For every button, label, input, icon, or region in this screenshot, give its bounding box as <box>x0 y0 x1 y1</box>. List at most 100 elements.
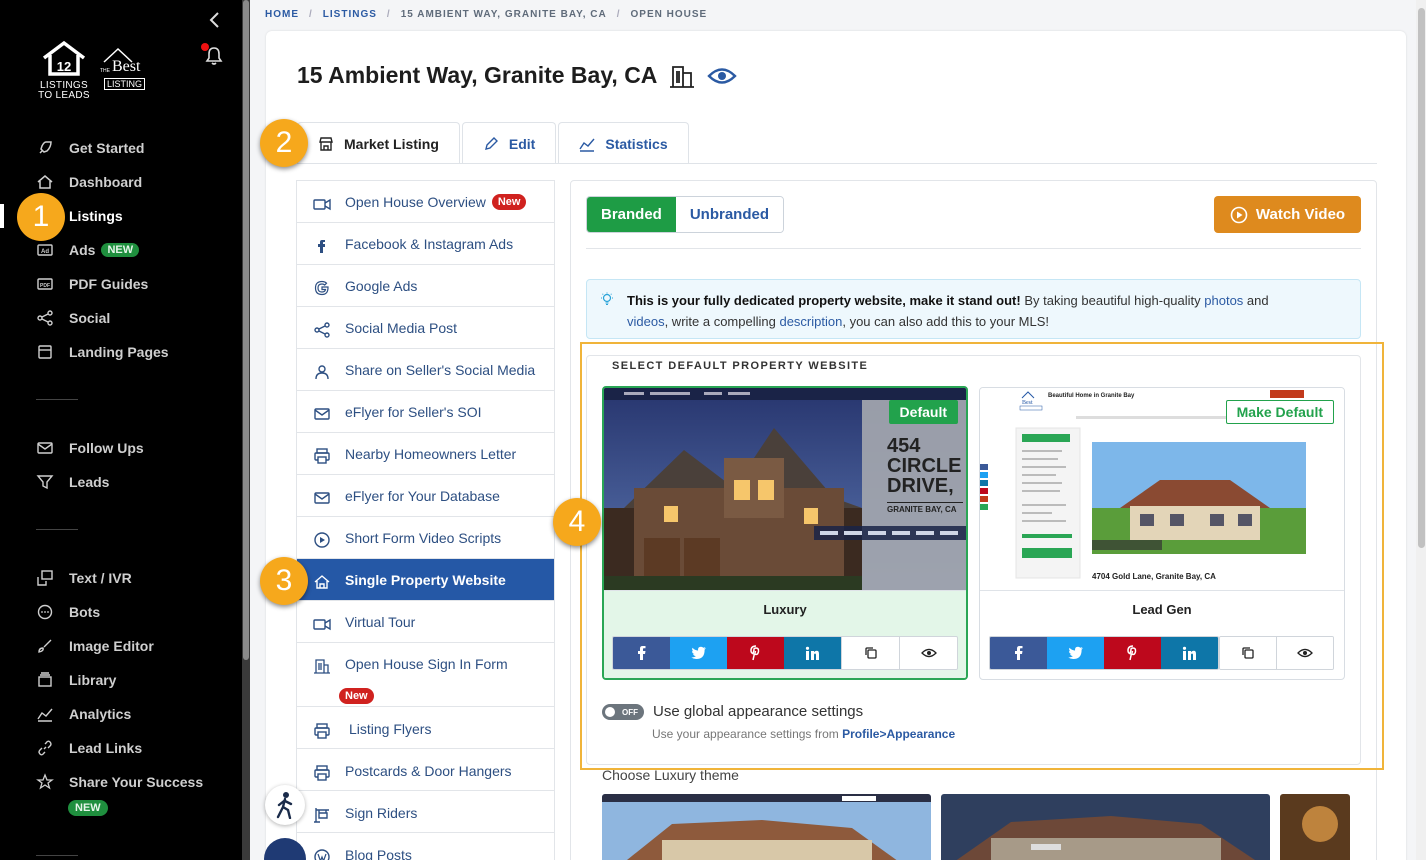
menu-item-eflyer-database[interactable]: eFlyer for Your Database <box>297 475 554 517</box>
menu-item-nearby-homeowners-letter[interactable]: Nearby Homeowners Letter <box>297 433 554 475</box>
star-icon <box>36 773 54 790</box>
listings-to-leads-logo[interactable]: 12 LISTINGS TO LEADS <box>34 40 94 104</box>
branding-toggle: Branded Unbranded <box>586 196 785 233</box>
menu-item-facebook-instagram-ads[interactable]: Facebook & Instagram Ads <box>297 223 554 265</box>
the-best-listing-logo[interactable]: THE Best LISTING <box>98 46 156 94</box>
sidebar-item-dashboard[interactable]: Dashboard <box>36 171 142 193</box>
linkedin-share-button[interactable] <box>784 637 841 669</box>
page-scrollbar-thumb[interactable] <box>1418 8 1425 548</box>
facebook-share-button[interactable] <box>613 637 670 669</box>
copy-link-button[interactable] <box>841 637 899 669</box>
brush-icon <box>38 639 52 653</box>
linkedin-icon <box>805 646 819 660</box>
theme-thumbnail-1[interactable] <box>602 794 931 860</box>
breadcrumb-separator: / <box>309 9 313 20</box>
tab-edit[interactable]: Edit <box>461 122 557 164</box>
nav-active-indicator <box>0 204 4 228</box>
sidebar-item-pdf-guides[interactable]: PDF PDF Guides <box>36 273 148 295</box>
fieldset-legend: SELECT DEFAULT PROPERTY WEBSITE <box>606 360 875 372</box>
make-default-button[interactable]: Make Default <box>1225 400 1334 424</box>
copy-link-button[interactable] <box>1220 637 1276 669</box>
menu-item-single-property-website[interactable]: Single Property Website <box>297 559 554 601</box>
lead-gen-preview[interactable]: Best Beautiful Home in Granite Bay 4704 … <box>980 388 1344 590</box>
sidebar <box>0 0 242 860</box>
menu-item-open-house-sign-in-form[interactable]: Open House Sign In Form New <box>297 643 554 707</box>
twitter-share-button[interactable] <box>670 637 727 669</box>
breadcrumb-home[interactable]: HOME <box>265 9 299 20</box>
new-badge: New <box>339 687 374 704</box>
menu-item-open-house-overview[interactable]: Open House Overview New <box>297 181 554 223</box>
sidebar-item-ads[interactable]: Ad Ads NEW <box>36 239 140 261</box>
sidebar-item-landing-pages[interactable]: Landing Pages <box>36 341 169 363</box>
linkedin-share-button[interactable] <box>1161 637 1218 669</box>
menu-item-listing-flyers[interactable]: Listing Flyers <box>297 707 554 749</box>
breadcrumb-separator: / <box>616 9 621 20</box>
sidebar-item-text-ivr[interactable]: Text / IVR <box>36 567 132 589</box>
breadcrumb-current: OPEN HOUSE <box>630 9 708 20</box>
menu-item-share-seller-social[interactable]: Share on Seller's Social Media <box>297 349 554 391</box>
luxury-preview[interactable]: 454 CIRCLE DRIVE, GRANITE BAY, CA Defaul… <box>604 388 966 590</box>
menu-item-virtual-tour[interactable]: Virtual Tour <box>297 601 554 643</box>
info-alert: This is your fully dedicated property we… <box>586 279 1361 339</box>
tab-market-listing[interactable]: Market Listing <box>297 122 460 164</box>
pinterest-share-button[interactable] <box>727 637 784 669</box>
facebook-share-button[interactable] <box>990 637 1047 669</box>
global-appearance-toggle[interactable]: OFF <box>602 704 644 720</box>
play-circle-icon <box>314 532 330 548</box>
svg-text:PDF: PDF <box>40 283 50 289</box>
sidebar-item-leads[interactable]: Leads <box>36 471 109 493</box>
panel-divider <box>586 248 1361 249</box>
profile-appearance-link[interactable]: Profile>Appearance <box>842 727 955 741</box>
template-card-lead-gen[interactable]: Best Beautiful Home in Granite Bay 4704 … <box>979 387 1345 680</box>
theme-thumbnail-3[interactable] <box>1280 794 1350 860</box>
sidebar-item-library[interactable]: Library <box>36 669 116 691</box>
preview-button[interactable] <box>899 637 957 669</box>
sidebar-item-follow-ups[interactable]: Follow Ups <box>36 437 144 459</box>
menu-item-google-ads[interactable]: Google Ads <box>297 265 554 307</box>
share-nodes-icon <box>37 310 53 326</box>
breadcrumb-listings[interactable]: LISTINGS <box>323 9 377 20</box>
sidebar-item-image-editor[interactable]: Image Editor <box>36 635 154 657</box>
chart-area-icon <box>579 138 595 152</box>
sidebar-item-lead-links[interactable]: Lead Links <box>36 737 142 759</box>
accessibility-button[interactable] <box>265 785 305 825</box>
videos-link[interactable]: videos <box>627 314 665 329</box>
branded-button[interactable]: Branded <box>587 197 676 232</box>
menu-item-blog-posts[interactable]: Blog Posts <box>297 833 554 860</box>
twitter-share-button[interactable] <box>1047 637 1104 669</box>
copy-icon <box>1242 647 1254 659</box>
template-card-luxury[interactable]: 454 CIRCLE DRIVE, GRANITE BAY, CA Defaul… <box>602 386 968 680</box>
photos-link[interactable]: photos <box>1204 293 1243 308</box>
chevron-left-icon[interactable] <box>206 10 224 30</box>
description-link[interactable]: description <box>779 314 842 329</box>
sidebar-scrollbar-thumb[interactable] <box>243 0 249 660</box>
unbranded-button[interactable]: Unbranded <box>675 197 784 232</box>
sidebar-item-social[interactable]: Social <box>36 307 110 329</box>
building-icon <box>314 659 330 674</box>
new-badge: New <box>491 194 527 210</box>
tab-statistics[interactable]: Statistics <box>558 122 689 164</box>
menu-item-label: Short Form Video Scripts <box>345 530 502 546</box>
watch-video-button[interactable]: Watch Video <box>1214 196 1361 233</box>
menu-item-postcards-door-hangers[interactable]: Postcards & Door Hangers <box>297 749 554 791</box>
pinterest-share-button[interactable] <box>1104 637 1161 669</box>
preview-button[interactable] <box>1276 637 1333 669</box>
menu-item-label: Open House Sign In Form <box>345 656 508 672</box>
menu-item-sign-riders[interactable]: Sign Riders <box>297 791 554 833</box>
sidebar-item-label: Bots <box>69 604 101 620</box>
house-logo-icon: 12 <box>42 40 86 76</box>
share-utility-buttons <box>1219 636 1334 670</box>
sidebar-divider <box>36 529 78 530</box>
theme-thumbnail-2[interactable] <box>941 794 1270 860</box>
sidebar-item-analytics[interactable]: Analytics <box>36 703 131 725</box>
eye-icon[interactable] <box>707 65 738 87</box>
rocket-icon <box>39 141 52 154</box>
sidebar-item-share-your-success[interactable]: Share Your Success <box>36 771 203 793</box>
menu-item-eflyer-seller-soi[interactable]: eFlyer for Seller's SOI <box>297 391 554 433</box>
menu-item-short-form-video-scripts[interactable]: Short Form Video Scripts <box>297 517 554 559</box>
sidebar-item-bots[interactable]: Bots <box>36 601 100 623</box>
ad-icon: Ad <box>37 244 53 256</box>
building-icon[interactable] <box>667 63 697 89</box>
sidebar-item-get-started[interactable]: Get Started <box>36 137 144 159</box>
menu-item-social-media-post[interactable]: Social Media Post <box>297 307 554 349</box>
